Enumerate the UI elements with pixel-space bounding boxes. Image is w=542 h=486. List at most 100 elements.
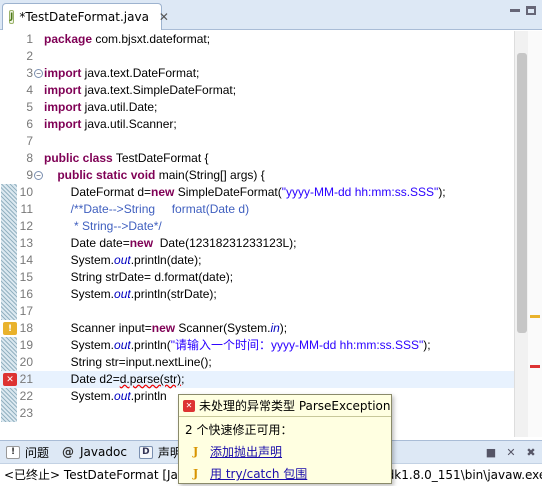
- java-file-icon: J: [9, 10, 15, 24]
- code-line[interactable]: 3− import java.text.DateFormat;: [0, 65, 542, 82]
- keyword-token: import: [44, 66, 82, 80]
- code-text: import java.text.SimpleDateFormat;: [44, 82, 236, 99]
- code-token: );: [438, 185, 446, 199]
- code-token: ;: [181, 372, 185, 386]
- minimize-icon[interactable]: [510, 9, 520, 12]
- change-marker-icon: [1, 269, 17, 286]
- tab-declaration[interactable]: D 声明: [138, 444, 182, 461]
- field-token: out: [114, 338, 131, 352]
- line-number: 6: [26, 117, 33, 131]
- code-editor[interactable]: 1 package com.bjsxt.dateformat; 2 3− import …: [0, 31, 542, 437]
- code-text: String strDate= d.format(date);: [44, 269, 233, 286]
- line-number: 10: [19, 185, 33, 199]
- javadoc-icon: @: [62, 445, 75, 459]
- quick-fix-add-throws[interactable]: J 添加抛出声明: [193, 443, 391, 460]
- code-line[interactable]: 12 * String-->Date*/: [0, 218, 542, 235]
- line-number: 13: [19, 236, 33, 250]
- code-line[interactable]: 14 System.out.println(date);: [0, 252, 542, 269]
- code-line[interactable]: ✕ 21 Date d2=d.parse(str);: [0, 371, 542, 388]
- keyword-token: import: [44, 100, 82, 114]
- code-line[interactable]: 9− public static void main(String[] args…: [0, 167, 542, 184]
- line-number: 1: [26, 32, 33, 46]
- code-line[interactable]: 10 DateFormat d=new SimpleDateFormat("yy…: [0, 184, 542, 201]
- quick-fix-surround-try-catch[interactable]: J 用 try/catch 包围: [193, 465, 391, 482]
- line-number: 8: [26, 151, 33, 165]
- remove-all-icon[interactable]: ✖: [524, 445, 538, 459]
- scrollbar-thumb[interactable]: [517, 53, 527, 333]
- quick-fix-subtitle: 2 个快速修正可用：: [185, 423, 293, 437]
- code-line[interactable]: 19 System.out.println("请输入一个时间：yyyy-MM-d…: [0, 337, 542, 354]
- tab-problems[interactable]: ! 问题: [6, 444, 49, 461]
- code-line[interactable]: 17: [0, 303, 542, 320]
- line-number: 15: [19, 270, 33, 284]
- line-number: 22: [19, 389, 33, 403]
- code-text: System.out.println: [44, 388, 167, 405]
- quick-fix-label[interactable]: 用 try/catch 包围: [210, 465, 307, 482]
- code-token: System.: [44, 287, 115, 301]
- quick-fix-icon: J: [193, 445, 199, 458]
- fold-toggle-icon[interactable]: −: [34, 171, 43, 180]
- code-line[interactable]: 2: [0, 48, 542, 65]
- line-number: 17: [19, 304, 33, 318]
- code-token: com.bjsxt.dateformat;: [92, 32, 211, 46]
- string-token: "yyyy-MM-dd hh:mm:ss.SSS": [281, 185, 439, 199]
- code-token: System.: [44, 338, 115, 352]
- line-number: 9: [26, 168, 33, 182]
- code-line[interactable]: 6 import java.util.Scanner;: [0, 116, 542, 133]
- tab-label: 问题: [25, 445, 50, 460]
- change-marker-icon: [1, 405, 17, 422]
- code-text: System.out.println(date);: [44, 252, 202, 269]
- console-toolbar: ■ ✕ ✖: [484, 445, 538, 459]
- overview-warning-mark[interactable]: [530, 315, 540, 318]
- keyword-token: import: [44, 83, 82, 97]
- vertical-scrollbar[interactable]: [514, 31, 528, 437]
- terminate-icon[interactable]: ■: [484, 445, 498, 459]
- code-line[interactable]: 5 import java.util.Date;: [0, 99, 542, 116]
- field-token: out: [114, 253, 131, 267]
- code-line[interactable]: ! 18 Scanner input=new Scanner(System.in)…: [0, 320, 542, 337]
- line-number: 14: [19, 253, 33, 267]
- code-line[interactable]: 7: [0, 133, 542, 150]
- quick-fix-icon: J: [193, 467, 199, 480]
- code-line[interactable]: 8 public class TestDateFormat {: [0, 150, 542, 167]
- code-token: .println(strDate);: [130, 287, 217, 301]
- code-token: Date d2=: [44, 372, 120, 386]
- quick-fix-label[interactable]: 添加抛出声明: [210, 443, 282, 460]
- editor-tab[interactable]: J *TestDateFormat.java ✕: [2, 3, 169, 30]
- code-line[interactable]: 13 Date date=new Date(12318231233123L);: [0, 235, 542, 252]
- error-marker-icon[interactable]: ✕: [3, 373, 17, 386]
- code-text: Date d2=d.parse(str);: [44, 371, 185, 388]
- line-number: 5: [26, 100, 33, 114]
- code-text: String str=input.nextLine();: [44, 354, 212, 371]
- line-number: 12: [19, 219, 33, 233]
- tab-javadoc[interactable]: @ Javadoc: [61, 445, 127, 459]
- quick-fix-title-row: ✕ 未处理的异常类型 ParseException: [179, 395, 391, 417]
- warning-marker-icon[interactable]: !: [3, 322, 17, 335]
- change-marker-icon: [1, 337, 17, 354]
- code-line[interactable]: 1 package com.bjsxt.dateformat;: [0, 31, 542, 48]
- quick-fix-popup: ✕ 未处理的异常类型 ParseException 2 个快速修正可用： J 添…: [178, 394, 392, 484]
- remove-launch-icon[interactable]: ✕: [504, 445, 518, 459]
- code-text: import java.util.Scanner;: [44, 116, 177, 133]
- code-line[interactable]: 4 import java.text.SimpleDateFormat;: [0, 82, 542, 99]
- close-icon[interactable]: ✕: [159, 10, 169, 24]
- change-marker-icon: [1, 218, 17, 235]
- code-line[interactable]: 15 String strDate= d.format(date);: [0, 269, 542, 286]
- overview-error-mark[interactable]: [530, 365, 540, 368]
- code-line[interactable]: 11 /**Date-->String format(Date d): [0, 201, 542, 218]
- change-marker-icon: [1, 184, 17, 201]
- code-line[interactable]: 16 System.out.println(strDate);: [0, 286, 542, 303]
- line-number: 11: [20, 202, 33, 216]
- fold-toggle-icon[interactable]: −: [34, 69, 43, 78]
- code-token: Date date=: [44, 236, 130, 250]
- code-line[interactable]: 20 String str=input.nextLine();: [0, 354, 542, 371]
- maximize-icon[interactable]: [526, 6, 536, 15]
- code-token: java.util.Scanner;: [81, 117, 177, 131]
- code-token: System.: [44, 389, 115, 403]
- overview-ruler[interactable]: [528, 31, 542, 437]
- keyword-token: public class: [44, 151, 113, 165]
- code-token: String strDate= d.format(date);: [44, 270, 234, 284]
- tab-label: Javadoc: [80, 445, 127, 459]
- error-token: d.parse(str): [119, 372, 182, 386]
- code-token: java.text.DateFormat;: [81, 66, 200, 80]
